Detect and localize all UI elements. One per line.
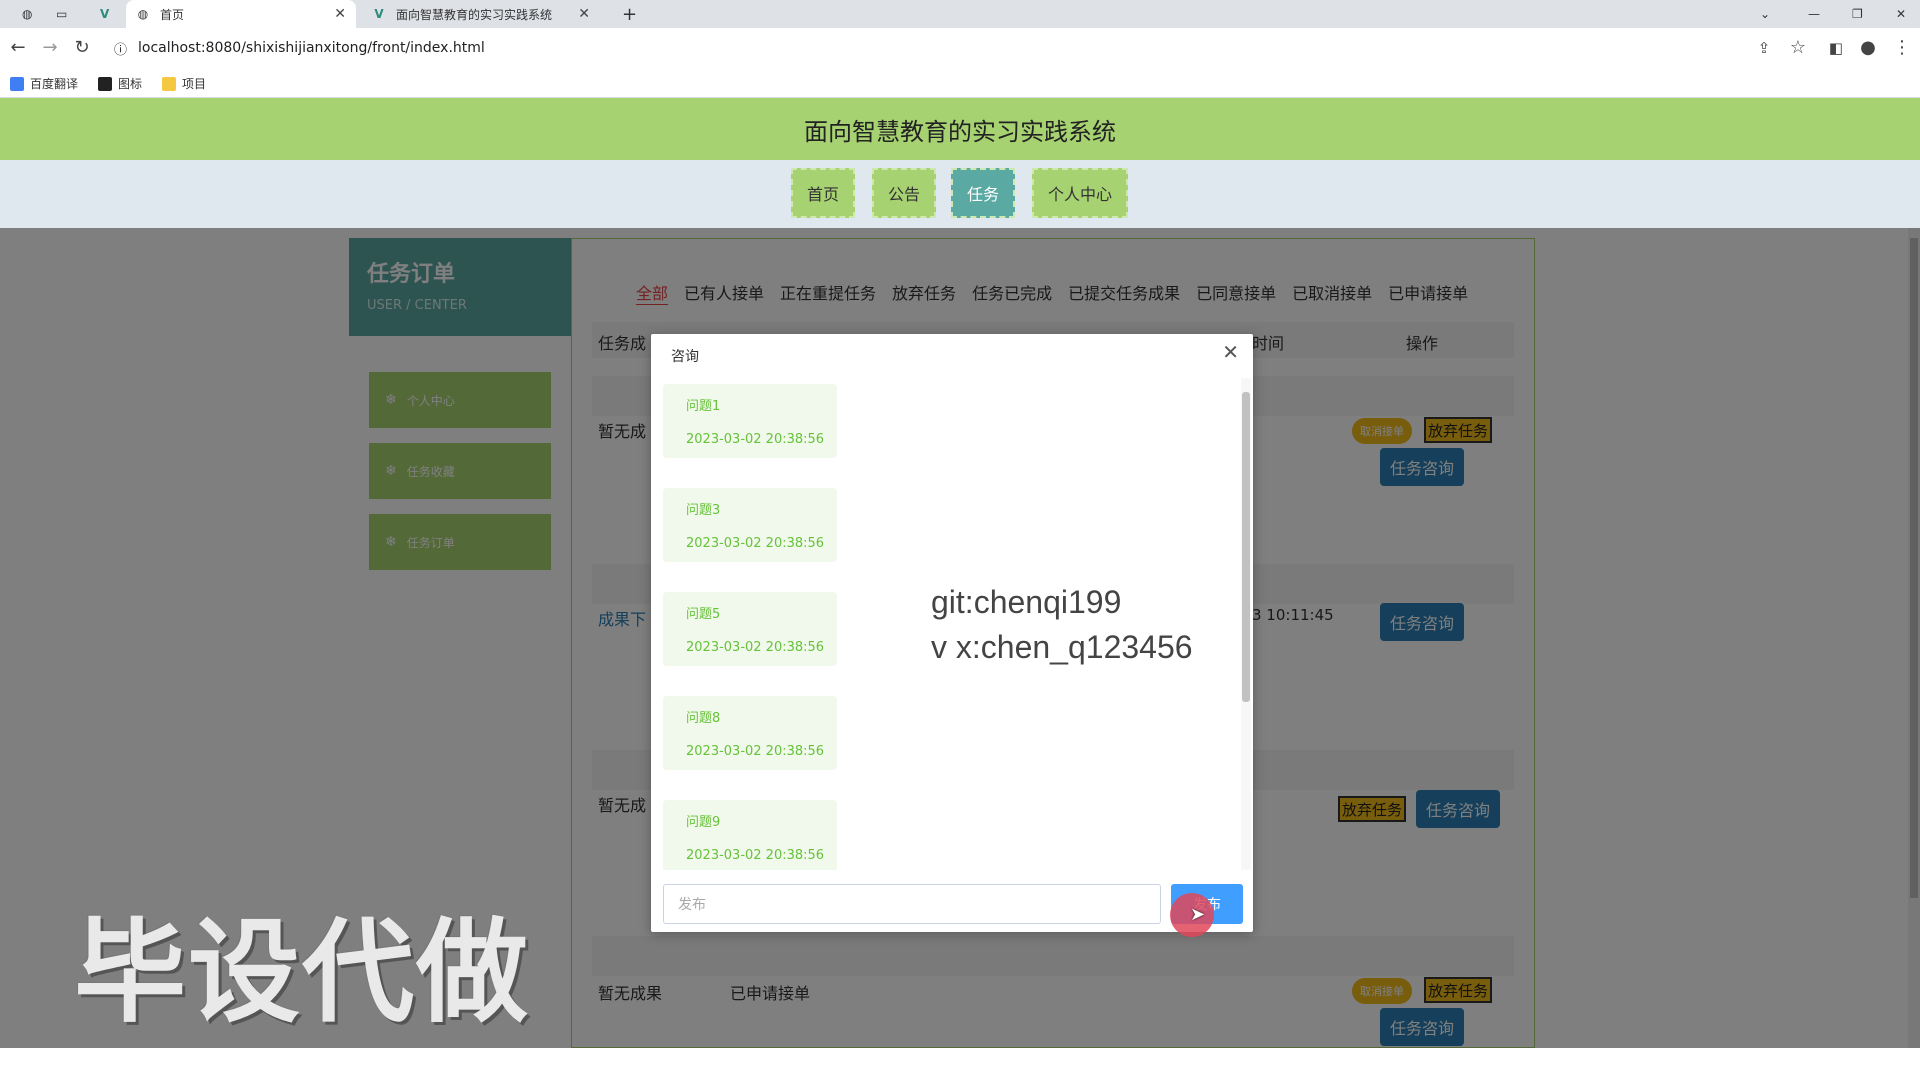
url-text: localhost:8080/shixishijianxitong/front/… <box>138 40 485 56</box>
folder-icon <box>162 76 176 91</box>
bookmark-label: 百度翻译 <box>30 77 79 91</box>
message-date: 2023-03-02 20:38:56 <box>686 744 825 759</box>
message-date: 2023-03-02 20:38:56 <box>686 640 825 655</box>
close-window-icon[interactable]: ✕ <box>1886 0 1916 28</box>
consult-dialog: 咨询 ✕ 问题1 2023-03-02 20:38:56 问题3 2023-03-0… <box>651 334 1253 932</box>
nav-task[interactable]: 任务 <box>951 168 1015 218</box>
nav-home[interactable]: 首页 <box>791 168 855 218</box>
back-icon[interactable]: ← <box>8 38 28 58</box>
site-nav: 首页 公告 任务 个人中心 <box>0 160 1920 228</box>
image-icon <box>98 76 112 91</box>
bookmark-baidu-translate[interactable]: 百度翻译 <box>10 75 78 92</box>
close-tab-icon[interactable]: ✕ <box>578 6 590 22</box>
blank-page-icon: ▭ <box>56 7 68 21</box>
reload-icon[interactable]: ↻ <box>72 38 92 58</box>
star-icon[interactable]: ☆ <box>1788 38 1808 58</box>
message-question: 问题8 <box>686 711 721 726</box>
browser-tabbar: ◍ ▭ V ◍ 首页 ✕ V 面向智慧教育的实习实践系统 ✕ + ⌄ — ❐ ✕ <box>0 0 1920 28</box>
info-icon[interactable]: ⓘ <box>114 39 127 58</box>
tab-home[interactable]: ◍ 首页 ✕ <box>126 0 356 28</box>
address-bar: ← → ↻ ⓘ localhost:8080/shixishijianxiton… <box>0 28 1920 68</box>
url-field[interactable]: ⓘ localhost:8080/shixishijianxitong/fron… <box>108 34 1778 62</box>
nav-notice[interactable]: 公告 <box>872 168 936 218</box>
vue-icon: V <box>100 7 110 21</box>
dialog-title: 咨询 <box>671 349 699 365</box>
tab-label: 面向智慧教育的实习实践系统 <box>396 7 553 22</box>
close-icon[interactable]: ✕ <box>1222 342 1239 362</box>
tab-label: 首页 <box>160 7 185 22</box>
contact-line-2: v x:chen_q123456 <box>931 629 1193 665</box>
translate-icon <box>10 76 24 91</box>
bookmark-projects[interactable]: 项目 <box>162 75 206 92</box>
bookmarks-bar: 百度翻译 图标 项目 <box>0 68 1920 98</box>
menu-icon[interactable]: ⋮ <box>1892 38 1912 58</box>
watermark-text: 毕设代做 <box>74 908 530 1038</box>
message-item: 问题5 2023-03-02 20:38:56 <box>663 592 837 666</box>
nav-user-center[interactable]: 个人中心 <box>1032 168 1128 218</box>
tab-system[interactable]: V 面向智慧教育的实习实践系统 ✕ <box>362 0 600 28</box>
globe-icon: ◍ <box>22 7 33 21</box>
bookmark-label: 图标 <box>118 77 143 91</box>
globe-icon: ◍ <box>137 7 149 21</box>
minimize-icon[interactable]: — <box>1798 0 1830 28</box>
tab-search-icon[interactable]: ⌄ <box>1750 0 1780 28</box>
bookmark-icons[interactable]: 图标 <box>98 75 142 92</box>
message-question: 问题1 <box>686 399 721 414</box>
mouse-cursor-icon: ➤ <box>1190 904 1206 925</box>
contact-line-1: git:chenqi199 <box>931 584 1122 620</box>
close-tab-icon[interactable]: ✕ <box>334 6 346 22</box>
message-scrollbar-thumb[interactable] <box>1242 392 1250 702</box>
message-date: 2023-03-02 20:38:56 <box>686 432 825 447</box>
tab-pinned-1[interactable]: ◍ <box>12 0 42 28</box>
overlay-contact-text: git:chenqi199 v x:chen_q123456 <box>931 580 1193 670</box>
message-item: 问题8 2023-03-02 20:38:56 <box>663 696 837 770</box>
new-tab-button[interactable]: + <box>612 0 647 28</box>
tab-pinned-3[interactable]: V <box>90 0 120 28</box>
site-title: 面向智慧教育的实习实践系统 <box>804 117 1116 146</box>
forward-icon[interactable]: → <box>40 38 60 58</box>
message-date: 2023-03-02 20:38:56 <box>686 848 825 863</box>
message-item: 问题3 2023-03-02 20:38:56 <box>663 488 837 562</box>
bookmark-label: 项目 <box>182 77 207 91</box>
share-icon[interactable]: ⇪ <box>1754 38 1774 58</box>
message-scrollbar[interactable] <box>1241 378 1251 870</box>
vue-icon: V <box>374 7 384 21</box>
tab-pinned-2[interactable]: ▭ <box>46 0 76 28</box>
post-input[interactable]: 发布 <box>663 884 1161 924</box>
sidepanel-icon[interactable]: ◧ <box>1826 38 1846 58</box>
message-item: 问题1 2023-03-02 20:38:56 <box>663 384 837 458</box>
profile-icon[interactable]: ● <box>1858 38 1878 58</box>
message-list: 问题1 2023-03-02 20:38:56 问题3 2023-03-02 20:… <box>663 376 1249 870</box>
site-header: 面向智慧教育的实习实践系统 <box>0 98 1920 160</box>
restore-icon[interactable]: ❐ <box>1842 0 1873 28</box>
message-question: 问题3 <box>686 503 721 518</box>
message-item: 问题9 2023-03-02 20:38:56 <box>663 800 837 870</box>
message-date: 2023-03-02 20:38:56 <box>686 536 825 551</box>
message-question: 问题5 <box>686 607 721 622</box>
message-question: 问题9 <box>686 815 721 830</box>
